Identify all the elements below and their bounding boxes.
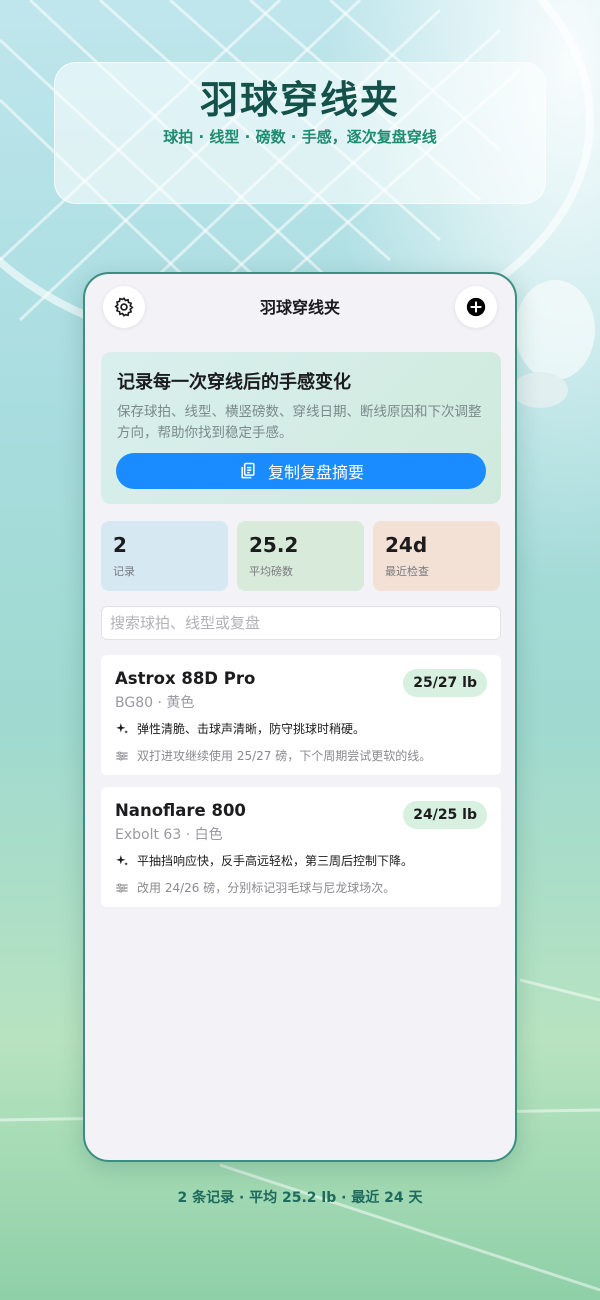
add-record-button[interactable] (455, 286, 497, 328)
plan-row: 双打进攻继续使用 25/27 磅，下个周期尝试更软的线。 (115, 747, 487, 764)
stat-records: 2 记录 (101, 521, 228, 591)
plan-row: 改用 24/26 磅，分别标记羽毛球与尼龙球场次。 (115, 879, 487, 896)
hero-subtitle: 球拍 · 线型 · 磅数 · 手感，逐次复盘穿线 (163, 128, 437, 146)
intro-description: 保存球拍、线型、横竖磅数、穿线日期、断线原因和下次调整方向，帮助你找到稳定手感。 (117, 404, 482, 441)
plan-text: 双打进攻继续使用 25/27 磅，下个周期尝试更软的线。 (137, 749, 432, 763)
feel-row: 平抽挡响应快，反手高远轻松，第三周后控制下降。 (115, 852, 487, 869)
intro-title: 记录每一次穿线后的手感变化 (117, 372, 351, 393)
navigation-bar: 羽球穿线夹 (85, 274, 515, 344)
footer-summary: 2 条记录 · 平均 25.2 lb · 最近 24 天 (177, 1190, 423, 1206)
stat-value: 24d (385, 533, 428, 557)
stat-label: 平均磅数 (249, 565, 293, 578)
stat-value: 2 (113, 533, 127, 557)
stat-value: 25.2 (249, 533, 299, 557)
tension-badge: 25/27 lb (403, 669, 487, 697)
record-card[interactable]: Nanoflare 800 Exbolt 63 · 白色 24/25 lb 平抽… (101, 787, 501, 907)
sparkles-icon (115, 722, 129, 736)
hero-banner: 羽球穿线夹 球拍 · 线型 · 磅数 · 手感，逐次复盘穿线 (54, 62, 546, 204)
sparkles-icon (115, 854, 129, 868)
feel-text: 弹性清脆、击球声清晰，防守挑球时稍硬。 (137, 722, 366, 736)
plan-text: 改用 24/26 磅，分别标记羽毛球与尼龙球场次。 (137, 881, 396, 895)
stats-row: 2 记录 25.2 平均磅数 24d 最近检查 (101, 521, 501, 591)
stat-average-tension: 25.2 平均磅数 (237, 521, 364, 591)
record-card[interactable]: Astrox 88D Pro BG80 · 黄色 25/27 lb 弹性清脆、击… (101, 655, 501, 775)
feel-text: 平抽挡响应快，反手高远轻松，第三周后控制下降。 (137, 854, 414, 868)
stat-label: 记录 (113, 565, 135, 578)
copy-summary-button[interactable]: 复制复盘摘要 (116, 453, 486, 489)
nav-title: 羽球穿线夹 (259, 298, 340, 317)
search-input[interactable] (101, 606, 501, 640)
sliders-icon (115, 749, 129, 763)
hero-title: 羽球穿线夹 (199, 78, 400, 122)
stat-last-check: 24d 最近检查 (373, 521, 500, 591)
copy-summary-label: 复制复盘摘要 (267, 463, 364, 482)
plus-circle-icon (466, 297, 486, 317)
sliders-icon (115, 881, 129, 895)
stat-label: 最近检查 (385, 565, 429, 578)
app-window: 羽球穿线夹 记录每一次穿线后的手感变化 保存球拍、线型、横竖磅数、穿线日期、断线… (83, 272, 517, 1162)
feel-row: 弹性清脆、击球声清晰，防守挑球时稍硬。 (115, 720, 487, 737)
copy-icon (241, 462, 255, 479)
tension-badge: 24/25 lb (403, 801, 487, 829)
